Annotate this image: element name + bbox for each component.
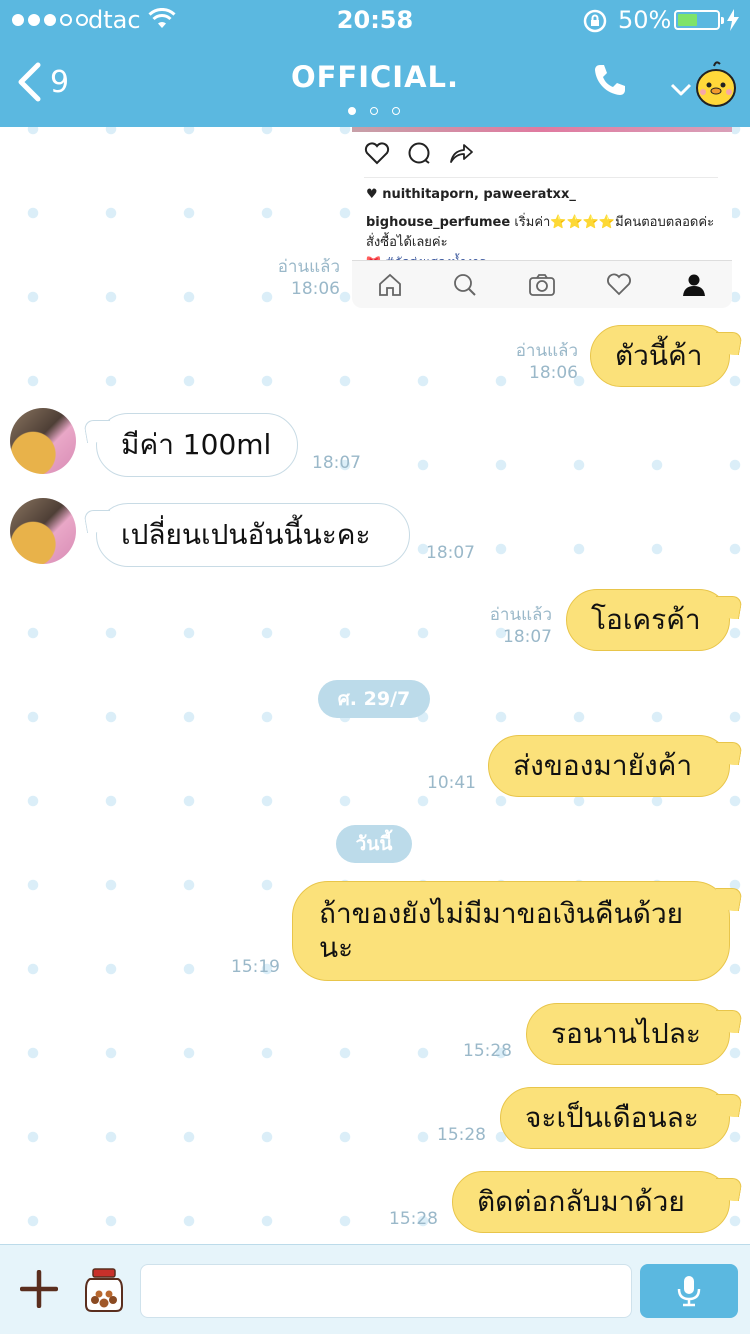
profile-icon: [683, 274, 706, 296]
post-likes: ♥ nuithitaporn, paweeratxx_: [366, 187, 576, 202]
camera-icon: [529, 273, 555, 296]
page-dot: [348, 107, 356, 115]
message-time: 18:07: [426, 543, 475, 563]
message-time: 10:41: [427, 773, 476, 793]
message-text: โอเครค้า: [591, 603, 701, 636]
sticker-jar-icon[interactable]: [82, 1267, 126, 1313]
message-time: 15:28: [389, 1209, 438, 1229]
charging-bolt-icon: [727, 9, 739, 31]
image-message-meta: อ่านแล้ว 18:06: [240, 256, 340, 300]
message-time: 15:19: [231, 957, 280, 977]
message-input[interactable]: [140, 1264, 632, 1318]
message-meta: 18:07: [312, 452, 392, 474]
rotation-lock-icon: [583, 9, 607, 33]
plus-icon[interactable]: [20, 1270, 58, 1308]
chat-title[interactable]: OFFICIAL.: [0, 60, 750, 94]
read-receipt: อ่านแล้ว: [489, 605, 552, 625]
their-message-bubble[interactable]: มีค่า 100ml: [96, 413, 298, 477]
message-text: มีค่า 100ml: [121, 428, 272, 461]
my-message-bubble[interactable]: จะเป็นเดือนละ: [500, 1087, 730, 1149]
message-text: เปลี่ยนเปนอันนี้นะคะ: [121, 518, 371, 551]
chat-header: dtac 20:58 50% 9 OFFICIAL.: [0, 0, 750, 127]
date-separator: ศ. 29/7: [318, 680, 430, 718]
message-time: 15:28: [463, 1041, 512, 1061]
my-message-bubble[interactable]: ตัวนี้ค้า: [590, 325, 730, 387]
microphone-icon: [677, 1276, 701, 1307]
contact-avatar[interactable]: [10, 408, 76, 474]
message-time: 18:06: [291, 279, 340, 299]
page-dot: [370, 107, 378, 115]
message-text: ส่งของมายังค้า: [513, 749, 693, 782]
post-actions: [364, 141, 474, 165]
my-message-bubble[interactable]: รอนานไปละ: [526, 1003, 730, 1065]
status-bar: dtac 20:58 50%: [0, 0, 750, 42]
message-input-bar: [0, 1244, 750, 1334]
caption-user: bighouse_perfumee: [366, 215, 511, 230]
message-meta: 15:19: [200, 956, 280, 978]
contact-avatar[interactable]: [10, 498, 76, 564]
post-caption: bighouse_perfumee เริ่มค่า⭐️⭐️⭐️⭐️มีคนตอ…: [366, 213, 718, 253]
message-time: 18:07: [503, 627, 552, 647]
heart-icon: [364, 142, 390, 165]
instagram-screenshot-image[interactable]: ♥ nuithitaporn, paweeratxx_ bighouse_per…: [352, 127, 732, 308]
instagram-tab-bar: [352, 260, 732, 308]
read-receipt: อ่านแล้ว: [515, 341, 578, 361]
share-icon: [450, 144, 473, 163]
message-text: รอนานไปละ: [551, 1017, 701, 1050]
divider: [364, 177, 718, 178]
heart-icon: [606, 273, 631, 295]
message-time: 18:06: [529, 363, 578, 383]
message-text: ตัวนี้ค้า: [615, 339, 703, 372]
likes-text: nuithitaporn, paweeratxx_: [382, 187, 576, 202]
post-image-edge: [352, 127, 732, 132]
search-icon: [454, 273, 477, 296]
my-message-bubble[interactable]: ติดต่อกลับมาด้วย: [452, 1171, 730, 1233]
heart-icon: ♥: [366, 187, 383, 202]
phone-icon[interactable]: [592, 62, 628, 98]
message-meta: 15:28: [358, 1208, 438, 1230]
page-indicator: [348, 107, 400, 115]
message-meta: 18:07: [426, 542, 506, 564]
message-meta: อ่านแล้ว 18:06: [478, 340, 578, 384]
my-message-bubble[interactable]: ถ้าของยังไม่มีมาขอเงินคืนด้วย นะ: [292, 881, 730, 981]
their-message-bubble[interactable]: เปลี่ยนเปนอันนี้นะคะ: [96, 503, 410, 567]
date-label: วันนี้: [355, 833, 393, 855]
chick-mascot-icon[interactable]: [694, 60, 738, 108]
battery-percent: 50%: [618, 6, 672, 34]
comment-icon: [408, 142, 430, 164]
battery-icon: [674, 10, 724, 30]
home-icon: [378, 273, 401, 296]
message-time: 18:07: [312, 453, 361, 473]
chevron-down-icon[interactable]: [670, 82, 692, 98]
message-meta: อ่านแล้ว 18:07: [452, 604, 552, 648]
date-label: ศ. 29/7: [337, 688, 411, 710]
my-message-bubble[interactable]: โอเครค้า: [566, 589, 730, 651]
message-meta: 15:28: [432, 1040, 512, 1062]
voice-message-button[interactable]: [640, 1264, 738, 1318]
date-separator: วันนี้: [336, 825, 412, 863]
message-meta: 15:28: [406, 1124, 486, 1146]
message-text: ถ้าของยังไม่มีมาขอเงินคืนด้วย นะ: [319, 897, 684, 964]
page-dot: [392, 107, 400, 115]
my-message-bubble[interactable]: ส่งของมายังค้า: [488, 735, 730, 797]
read-receipt: อ่านแล้ว: [277, 257, 340, 277]
message-text: ติดต่อกลับมาด้วย: [477, 1185, 685, 1218]
message-text: จะเป็นเดือนละ: [525, 1101, 699, 1134]
message-meta: 10:41: [396, 772, 476, 794]
message-time: 15:28: [437, 1125, 486, 1145]
